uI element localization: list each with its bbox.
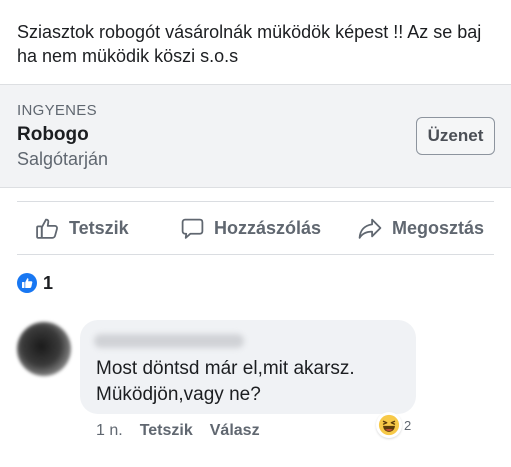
comment-reaction-count: 2 bbox=[404, 417, 412, 433]
share-icon bbox=[358, 218, 382, 239]
comment-bubble: Most döntsd már el,mit akarsz. Müködjön,… bbox=[80, 320, 416, 414]
listing-price-tag: INGYENES bbox=[17, 102, 97, 119]
commenter-name-blurred[interactable] bbox=[94, 334, 244, 348]
listing-location: Salgótarján bbox=[17, 149, 109, 169]
comment-meta: 1 n. Tetszik Válasz bbox=[96, 421, 277, 441]
post-text: Sziasztok robogót vásárolnák müködök kép… bbox=[17, 22, 482, 66]
message-button[interactable]: Üzenet bbox=[416, 117, 495, 155]
like-label: Tetszik bbox=[69, 217, 129, 238]
reaction-count: 1 bbox=[43, 272, 54, 293]
comment-icon bbox=[181, 218, 204, 239]
comment-time[interactable]: 1 n. bbox=[96, 422, 123, 440]
comment-button[interactable]: Hozzászólás bbox=[180, 203, 321, 253]
comment-reactions[interactable]: 2 bbox=[376, 412, 411, 438]
comment-reply-link[interactable]: Válasz bbox=[210, 422, 260, 440]
comment-like-link[interactable]: Tetszik bbox=[140, 422, 193, 440]
divider bbox=[17, 254, 494, 255]
share-button[interactable]: Megosztás bbox=[357, 203, 484, 253]
reaction-summary[interactable]: 1 bbox=[17, 272, 53, 294]
comment-label: Hozzászólás bbox=[214, 217, 322, 238]
share-label: Megosztás bbox=[392, 217, 485, 238]
post-actions: Tetszik Hozzászólás Megosztás bbox=[0, 203, 511, 253]
marketplace-listing[interactable]: INGYENES Robogo Salgótarján Üzenet bbox=[0, 84, 511, 188]
thumbs-up-icon bbox=[36, 218, 58, 239]
thumbs-up-icon bbox=[17, 273, 37, 293]
avatar[interactable] bbox=[17, 322, 71, 376]
divider bbox=[17, 201, 494, 202]
laughing-emoji-icon bbox=[376, 412, 402, 438]
like-button[interactable]: Tetszik bbox=[35, 203, 129, 253]
comment-text: Most döntsd már el,mit akarsz. Müködjön,… bbox=[96, 358, 355, 405]
listing-title: Robogo bbox=[17, 124, 89, 145]
